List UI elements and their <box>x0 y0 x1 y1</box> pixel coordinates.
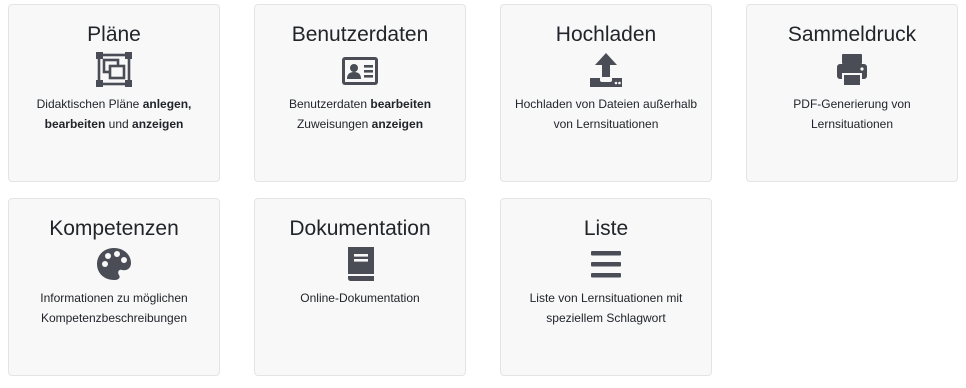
card-plaene[interactable]: Pläne Didaktischen Pläne anlegen, bearbe… <box>8 4 220 182</box>
card-description: Benutzerdaten bearbeiten Zuweisungen anz… <box>267 94 453 134</box>
object-ungroup-icon <box>94 51 134 89</box>
card-hochladen[interactable]: Hochladen Hochladen von Dateien außerhal… <box>500 4 712 182</box>
card-description: Didaktischen Pläne anlegen, bearbeiten u… <box>21 94 207 134</box>
card-title: Benutzerdaten <box>291 23 429 46</box>
card-title: Sammeldruck <box>787 23 917 46</box>
emphasis-text: anzeigen <box>371 117 424 131</box>
description-text: Hochladen von Dateien außerhalb von Lern… <box>514 97 698 131</box>
emphasis-text: bearbeiten <box>370 97 432 111</box>
card-description: Hochladen von Dateien außerhalb von Lern… <box>513 94 699 134</box>
card-dokumentation[interactable]: Dokumentation Online-Dokumentation <box>254 198 466 376</box>
card-description: Liste von Lernsituationen mit speziellem… <box>513 288 699 328</box>
card-description: Informationen zu möglichen Kompetenzbesc… <box>21 288 207 328</box>
description-text: Informationen zu möglichen Kompetenzbesc… <box>40 291 188 325</box>
card-sammeldruck[interactable]: Sammeldruck PDF-Generierung von Lernsitu… <box>746 4 958 182</box>
emphasis-text: anlegen, <box>142 97 192 111</box>
description-text: Online-Dokumentation <box>300 291 420 305</box>
emphasis-text: bearbeiten <box>44 117 106 131</box>
card-title: Hochladen <box>555 23 657 46</box>
description-text: Liste von Lernsituationen mit speziellem… <box>529 291 683 325</box>
description-text: PDF-Generierung von Lernsituationen <box>793 97 911 131</box>
upload-icon <box>586 51 626 89</box>
book-icon <box>340 245 380 283</box>
description-text: Didaktischen Pläne <box>36 97 143 111</box>
description-text: Zuweisungen <box>296 117 372 131</box>
description-text: und <box>105 117 133 131</box>
emphasis-text: anzeigen <box>132 117 184 131</box>
card-title: Liste <box>583 217 629 240</box>
card-title: Kompetenzen <box>49 217 179 240</box>
card-liste[interactable]: Liste Liste von Lernsituationen mit spez… <box>500 198 712 376</box>
print-icon <box>832 51 872 89</box>
card-title: Pläne <box>87 23 141 46</box>
description-text: Benutzerdaten <box>288 97 371 111</box>
card-kompetenzen[interactable]: Kompetenzen Informationen zu möglichen K… <box>8 198 220 376</box>
card-description: Online-Dokumentation <box>267 288 453 308</box>
card-benutzerdaten[interactable]: Benutzerdaten Benutzerdaten bearbeiten Z… <box>254 4 466 182</box>
card-title: Dokumentation <box>289 217 431 240</box>
card-description: PDF-Generierung von Lernsituationen <box>759 94 945 134</box>
palette-icon <box>94 245 134 283</box>
list-icon <box>586 245 626 283</box>
id-card-icon <box>340 51 380 89</box>
